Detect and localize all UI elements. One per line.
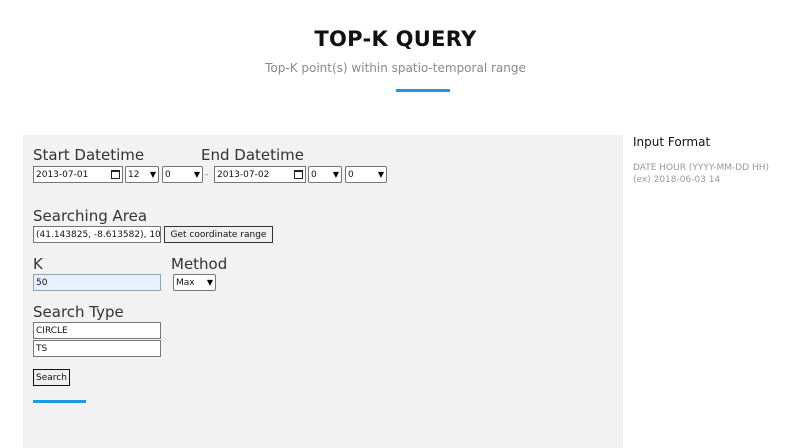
page-title: TOP-K QUERY [314, 27, 477, 51]
chevron-down-icon: ▼ [377, 170, 384, 179]
start-hour-value: 12 [128, 169, 140, 180]
method-value: Max [176, 277, 195, 288]
start-minute-select[interactable]: 0 ▼ [162, 166, 203, 183]
range-separator: - [205, 170, 209, 180]
start-datetime-label: Start Datetime [33, 146, 145, 164]
search-type-input[interactable]: CIRCLE [33, 322, 161, 339]
end-date-input[interactable]: 2013-07-02 [214, 166, 306, 183]
chevron-down-icon: ▼ [206, 278, 213, 287]
searching-area-input[interactable]: (41.143825, -8.613582), 100 [33, 226, 161, 243]
end-minute-select[interactable]: 0 ▼ [345, 166, 387, 183]
form-accent-bar [33, 400, 86, 403]
search-type-label: Search Type [33, 303, 124, 321]
start-hour-select[interactable]: 12 ▼ [125, 166, 159, 183]
end-datetime-label: End Datetime [201, 146, 305, 164]
input-format-title: Input Format [633, 135, 711, 149]
start-date-value: 2013-07-01 [36, 169, 89, 180]
searching-area-label: Searching Area [33, 207, 148, 225]
end-date-value: 2013-07-02 [217, 169, 270, 180]
end-minute-value: 0 [348, 169, 354, 180]
start-date-input[interactable]: 2013-07-01 [33, 166, 123, 183]
get-coordinate-range-button[interactable]: Get coordinate range [164, 226, 273, 243]
search-type-input-2[interactable]: TS [33, 340, 161, 357]
calendar-icon[interactable] [294, 170, 303, 179]
start-minute-value: 0 [165, 169, 171, 180]
chevron-down-icon: ▼ [332, 170, 339, 179]
chevron-down-icon: ▼ [149, 170, 156, 179]
end-hour-select[interactable]: 0 ▼ [308, 166, 342, 183]
calendar-icon[interactable] [111, 170, 120, 179]
method-select[interactable]: Max ▼ [173, 274, 216, 291]
k-input[interactable]: 50 [33, 274, 161, 291]
input-format-line-1: DATE HOUR (YYYY-MM-DD HH) [633, 163, 770, 173]
search-button[interactable]: Search [33, 369, 70, 386]
method-label: Method [171, 255, 228, 273]
chevron-down-icon: ▼ [193, 170, 200, 179]
page-subtitle: Top-K point(s) within spatio-temporal ra… [265, 61, 526, 75]
end-hour-value: 0 [311, 169, 317, 180]
title-underline [396, 89, 450, 92]
k-label: K [33, 255, 43, 273]
input-format-line-2: (ex) 2018-06-03 14 [633, 175, 721, 185]
